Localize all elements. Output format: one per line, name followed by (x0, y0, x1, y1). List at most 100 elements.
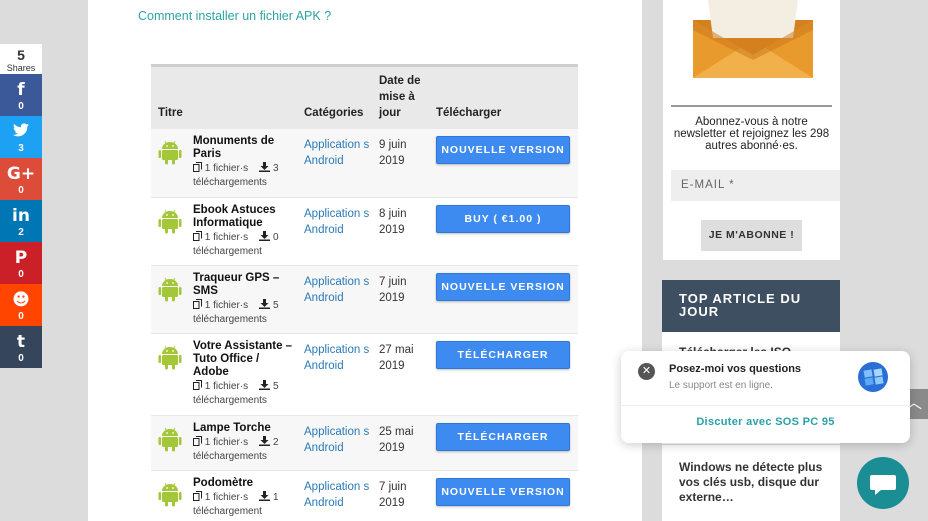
android-icon (158, 345, 182, 369)
header-categories[interactable]: Catégories (297, 65, 372, 129)
update-date: 8 juin 2019 (379, 207, 407, 236)
download-button[interactable]: NOUVELLE VERSION (436, 477, 570, 506)
download-button[interactable]: BUY ( €1.00 ) (436, 204, 570, 233)
date-cell: 8 juin 2019 (372, 197, 429, 266)
download-cell: TÉLÉCHARGER (429, 415, 578, 471)
download-cell: NOUVELLE VERSION (429, 129, 578, 198)
download-count: 1 (273, 491, 279, 503)
title-cell: Lampe Torche 1 fichier·s 2 téléchargement… (151, 415, 297, 471)
file-count: 1 fichier·s (204, 299, 249, 311)
newsletter-text: Abonnez-vous à notre newsletter et rejoi… (673, 116, 830, 152)
download-icon (259, 490, 271, 501)
android-icon (158, 277, 182, 301)
chat-launcher-button[interactable] (857, 457, 909, 509)
download-cell: TÉLÉCHARGER (429, 333, 578, 416)
app-name[interactable]: Podomètre (193, 477, 293, 490)
download-button[interactable]: NOUVELLE VERSION (436, 136, 570, 164)
download-label: téléchargements (193, 394, 267, 406)
subscribe-button[interactable]: JE M'ABONNE ! (701, 220, 802, 251)
category-link[interactable]: Application s Android (304, 276, 369, 304)
download-button[interactable]: TÉLÉCHARGER (436, 422, 570, 451)
download-button[interactable]: NOUVELLE VERSION (436, 272, 570, 301)
reddit-share-count: 0 (18, 311, 24, 322)
reddit-icon: ☻ (12, 290, 30, 310)
pinterest-share-count: 0 (18, 269, 24, 280)
download-label: téléchargements (193, 450, 267, 462)
app-name[interactable]: Lampe Torche (193, 422, 293, 435)
linkedin-icon: in (12, 206, 30, 226)
file-count: 1 fichier·s (204, 231, 249, 243)
article-link[interactable]: Windows ne détecte plus vos clés usb, di… (679, 460, 829, 505)
reddit-share-button[interactable]: ☻ 0 (0, 284, 42, 326)
pinterest-share-button[interactable]: P 0 (0, 242, 42, 284)
header-download[interactable]: Télécharger (429, 65, 578, 129)
apk-install-link[interactable]: Comment installer un fichier APK ? (138, 9, 331, 23)
download-count: 2 (273, 436, 279, 448)
file-meta: 1 fichier·s 5 téléchargements (193, 298, 293, 327)
google-plus-share-count: 0 (18, 185, 24, 196)
category-link[interactable]: Application s Android (304, 344, 369, 372)
facebook-share-button[interactable]: f 0 (0, 74, 42, 116)
table-header-row: Titre Catégories Date de mise à jour Tél… (151, 65, 578, 129)
table-row: Monuments de Paris 1 fichier·s 3 téléchar… (151, 129, 578, 198)
files-icon (193, 490, 202, 501)
files-icon (193, 230, 202, 241)
google-plus-share-button[interactable]: G+ 0 (0, 158, 42, 200)
linkedin-share-count: 2 (18, 227, 24, 238)
close-icon[interactable]: ✕ (638, 363, 655, 380)
file-meta: 1 fichier·s 0 téléchargement (193, 230, 293, 259)
twitter-icon (0, 116, 42, 143)
download-icon (259, 379, 271, 390)
file-count: 1 fichier·s (204, 491, 249, 503)
title-cell: Monuments de Paris 1 fichier·s 3 téléchar… (151, 129, 297, 198)
update-date: 25 mai 2019 (379, 425, 414, 454)
tumblr-icon: t (16, 332, 26, 352)
date-cell: 7 juin 2019 (372, 265, 429, 334)
table-row: Lampe Torche 1 fichier·s 2 téléchargement… (151, 415, 578, 471)
download-count: 5 (273, 299, 279, 311)
email-field[interactable]: E-MAIL * (671, 170, 840, 201)
divider (662, 444, 840, 445)
file-meta: 1 fichier·s 5 téléchargements (193, 379, 293, 408)
chat-start-link[interactable]: Discuter avec SOS PC 95 (621, 416, 910, 428)
header-title[interactable]: Titre (151, 65, 297, 129)
update-date: 7 juin 2019 (379, 480, 407, 509)
app-name[interactable]: Monuments de Paris (193, 135, 293, 161)
date-cell: 7 juin 2019 (372, 470, 429, 521)
category-cell: Application s Android (297, 333, 372, 416)
download-button[interactable]: TÉLÉCHARGER (436, 340, 570, 369)
update-date: 7 juin 2019 (379, 275, 407, 304)
category-cell: Application s Android (297, 265, 372, 334)
share-count-label: Shares (6, 63, 36, 73)
android-icon (158, 140, 182, 165)
linkedin-share-button[interactable]: in 2 (0, 200, 42, 242)
files-icon (193, 162, 202, 172)
table-row: Podomètre 1 fichier·s 1 téléchargement App… (151, 470, 578, 521)
android-icon (158, 427, 182, 451)
category-link[interactable]: Application s Android (304, 208, 369, 236)
tumblr-share-button[interactable]: t 0 (0, 326, 42, 368)
files-icon (193, 379, 202, 390)
twitter-share-button[interactable]: 3 (0, 116, 42, 158)
file-meta: 1 fichier·s 1 téléchargement (193, 490, 293, 519)
app-name[interactable]: Ebook Astuces Informatique (193, 204, 293, 230)
envelope-illustration (693, 0, 813, 78)
category-link[interactable]: Application s Android (304, 426, 369, 454)
app-name[interactable]: Traqueur GPS – SMS (193, 272, 293, 298)
category-link[interactable]: Application s Android (304, 139, 369, 167)
google-plus-icon: G+ (6, 164, 36, 184)
share-count: 5 Shares (0, 44, 42, 74)
category-link[interactable]: Application s Android (304, 481, 369, 509)
download-icon (259, 298, 271, 309)
category-cell: Application s Android (297, 197, 372, 266)
date-cell: 25 mai 2019 (372, 415, 429, 471)
table-row: Votre Assistante – Tuto Office / Adobe 1… (151, 333, 578, 416)
download-count: 3 (273, 163, 279, 174)
header-date[interactable]: Date de mise à jour (372, 65, 429, 129)
download-cell: NOUVELLE VERSION (429, 265, 578, 334)
title-cell: Ebook Astuces Informatique 1 fichier·s 0… (151, 197, 297, 266)
update-date: 27 mai 2019 (379, 343, 414, 372)
file-count: 1 fichier·s (204, 436, 249, 448)
category-cell: Application s Android (297, 470, 372, 521)
app-name[interactable]: Votre Assistante – Tuto Office / Adobe (193, 340, 293, 379)
